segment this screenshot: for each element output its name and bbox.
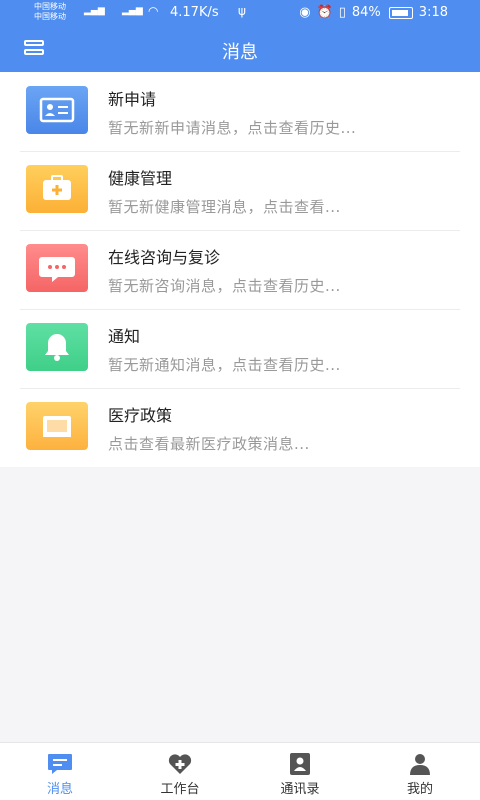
id-card-icon	[26, 86, 88, 134]
item-title: 健康管理	[108, 169, 173, 188]
tab-mine[interactable]: 我的	[360, 743, 480, 800]
clock: 3:18	[418, 5, 448, 20]
usb-icon: ψ	[238, 4, 246, 18]
alarm-icon: ⏰	[316, 5, 333, 20]
heart-plus-icon	[167, 753, 193, 775]
status-bar: 中国移动 中国移动 ▂▄▆ ▂▄▆ ◠ 4.17K/s ψ ◉ ⏰ ▯ 84% …	[0, 0, 480, 26]
tab-label: 工作台	[160, 782, 200, 797]
item-desc: 暂无新新申请消息，点击查看历史...	[108, 119, 357, 137]
tab-contacts[interactable]: 通讯录	[240, 743, 360, 800]
battery-percent: 84%	[351, 5, 381, 20]
divider	[20, 388, 460, 389]
item-desc: 暂无新咨询消息，点击查看历史...	[108, 277, 341, 295]
tab-messages[interactable]: 消息	[0, 743, 120, 800]
item-title: 新申请	[108, 90, 157, 109]
bell-icon	[26, 323, 88, 371]
item-desc: 暂无新通知消息，点击查看历史...	[108, 356, 341, 374]
divider	[20, 309, 460, 310]
tab-label: 通讯录	[280, 782, 320, 797]
chat-bubble-icon	[26, 244, 88, 292]
eye-icon: ◉	[299, 5, 311, 20]
item-title: 在线咨询与复诊	[108, 248, 221, 267]
tab-label: 消息	[46, 782, 73, 797]
carrier-1: 中国移动	[34, 2, 66, 11]
message-item-notification[interactable]: 通知 暂无新通知消息，点击查看历史...	[0, 309, 480, 388]
page-title: 消息	[222, 42, 258, 63]
status-right: ◉ ⏰ ▯ 84% 3:18	[299, 5, 448, 20]
message-item-online-consultation[interactable]: 在线咨询与复诊 暂无新咨询消息，点击查看历史...	[0, 230, 480, 309]
message-icon	[47, 753, 73, 775]
message-item-new-application[interactable]: 新申请 暂无新新申请消息，点击查看历史...	[0, 72, 480, 151]
wifi-icon: ◠	[148, 4, 159, 18]
message-item-medical-policy[interactable]: 医疗政策 点击查看最新医疗政策消息...	[0, 388, 480, 467]
divider	[20, 230, 460, 231]
net-speed: 4.17K/s	[170, 5, 219, 20]
carrier-2: 中国移动	[34, 12, 66, 21]
item-desc: 暂无新健康管理消息，点击查看...	[108, 198, 341, 216]
item-desc: 点击查看最新医疗政策消息...	[108, 435, 310, 453]
person-icon	[407, 753, 433, 775]
tab-workbench[interactable]: 工作台	[120, 743, 240, 800]
message-item-health-management[interactable]: 健康管理 暂无新健康管理消息，点击查看...	[0, 151, 480, 230]
signal-icon-2: ▂▄▆	[122, 6, 143, 16]
contacts-icon	[287, 753, 313, 775]
carrier-info: 中国移动 中国移动	[34, 2, 66, 22]
divider	[20, 151, 460, 152]
signal-icon: ▂▄▆	[84, 6, 105, 16]
bottom-tab-bar: 消息 工作台 通讯录 我的	[0, 742, 480, 800]
tab-label: 我的	[406, 782, 433, 797]
battery-icon	[388, 6, 413, 19]
nav-bar: 消息	[0, 26, 480, 72]
medical-kit-icon	[26, 165, 88, 213]
item-title: 通知	[108, 327, 141, 346]
vibrate-icon: ▯	[338, 5, 346, 20]
item-title: 医疗政策	[108, 406, 173, 425]
book-icon	[26, 402, 88, 450]
message-list: 新申请 暂无新新申请消息，点击查看历史... 健康管理 暂无新健康管理消息，点击…	[0, 72, 480, 467]
